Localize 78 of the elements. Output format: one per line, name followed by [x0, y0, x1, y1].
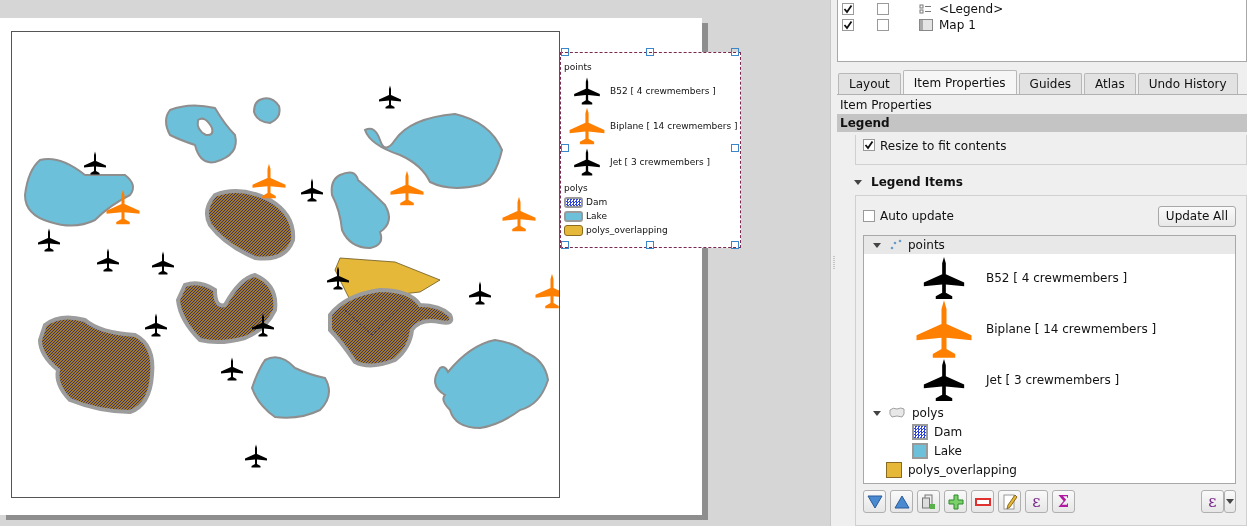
polygon-layer-icon [888, 407, 906, 419]
pencil-icon [1001, 492, 1018, 511]
epsilon-icon: ε [1208, 492, 1217, 511]
map-legend[interactable]: points B52 [ 4 crewmembers ] Biplane [ 14 crewmembers ] Jet [ 3 crewmembers ] polys Dam Lake polys_overlapping [560, 52, 741, 248]
expand-arrow-icon[interactable] [872, 408, 882, 418]
toolbar-button[interactable] [917, 490, 940, 513]
toolbar-button[interactable] [890, 490, 913, 513]
legend-item-icon [919, 3, 933, 15]
legend-item-label[interactable]: Biplane [ 14 crewmembers ] [986, 322, 1157, 336]
down-arrow-icon [866, 494, 883, 509]
legend-layer-label[interactable]: polys [912, 406, 944, 420]
plane-icon [914, 299, 974, 359]
panel-title: Item Properties [839, 97, 933, 112]
toolbar-button[interactable] [944, 490, 967, 513]
sigma-icon: Σ [1057, 492, 1070, 511]
legend-label: Lake [586, 211, 607, 221]
points-layer-icon [888, 239, 902, 251]
plane-icon [922, 358, 966, 402]
tab[interactable]: Guides [1018, 73, 1083, 94]
legend-label: Biplane [ 14 crewmembers ] [610, 121, 738, 131]
lock-checkbox[interactable] [877, 3, 889, 15]
splitter-handle-icon[interactable] [833, 256, 835, 270]
selection-handle[interactable] [561, 241, 569, 249]
checkbox-label: Auto update [880, 209, 954, 223]
legend-label: Dam [586, 197, 608, 207]
add-group-icon [920, 493, 937, 510]
legend-label: polys_overlapping [586, 225, 668, 235]
layout-item-label[interactable]: <Legend> [939, 2, 1004, 16]
tab[interactable]: Undo History [1137, 73, 1238, 94]
selection-handle[interactable] [731, 144, 739, 152]
toolbar-button[interactable] [998, 490, 1021, 513]
toolbar-button[interactable] [863, 490, 886, 513]
caret-icon [1226, 499, 1234, 504]
lock-checkbox[interactable] [877, 19, 889, 31]
plane-icon [573, 147, 601, 176]
selection-handle[interactable] [561, 48, 569, 56]
group-title[interactable]: Legend Items [871, 175, 963, 189]
legend-label: Jet [ 3 crewmembers ] [610, 156, 710, 167]
visibility-checkbox[interactable] [842, 3, 854, 15]
legend-heading: polys [564, 182, 589, 195]
plane-icon [568, 107, 606, 145]
legend-label: B52 [ 4 crewmembers ] [610, 85, 716, 96]
checkbox-label: Resize to fit contents [880, 139, 1007, 153]
legend-item-label[interactable]: Lake [934, 443, 962, 458]
plane-icon [573, 76, 601, 105]
legend-item-label[interactable]: Jet [ 3 crewmembers ] [986, 373, 1120, 387]
legend-item-label[interactable]: B52 [ 4 crewmembers ] [986, 271, 1128, 285]
plane-icon [922, 256, 966, 300]
dropdown-button[interactable] [1224, 490, 1236, 513]
selection-handle[interactable] [731, 241, 739, 249]
update-all-button[interactable]: Update All [1157, 205, 1236, 227]
checkbox[interactable] [863, 210, 875, 222]
filter-button[interactable]: ε [1201, 490, 1224, 513]
selection-handle[interactable] [646, 48, 654, 56]
minus-icon [974, 497, 991, 506]
toolbar-button[interactable]: ε [1025, 490, 1048, 513]
tab[interactable]: Atlas [1084, 73, 1136, 94]
selection-handle[interactable] [731, 48, 739, 56]
tab[interactable]: Layout [838, 73, 901, 94]
legend-item-label[interactable]: polys_overlapping [908, 462, 1017, 477]
expand-arrow-icon[interactable] [853, 177, 863, 187]
selection-handle[interactable] [561, 144, 569, 152]
legend-layer-label[interactable]: points [908, 238, 945, 252]
visibility-checkbox[interactable] [842, 19, 854, 31]
selection-handle[interactable] [646, 241, 654, 249]
section-header: Legend [837, 114, 1247, 132]
up-arrow-icon [893, 494, 910, 509]
expand-arrow-icon[interactable] [872, 240, 882, 250]
checkbox[interactable] [863, 139, 875, 151]
layout-item-label[interactable]: Map 1 [939, 18, 976, 32]
legend-heading: points [564, 61, 593, 74]
tab[interactable]: Item Properties [902, 70, 1017, 94]
map-item-icon [919, 19, 933, 31]
toolbar-button[interactable] [971, 490, 994, 513]
epsilon-icon: ε [1032, 492, 1041, 511]
legend-item-label[interactable]: Dam [934, 424, 963, 439]
toolbar-button[interactable]: Σ [1052, 490, 1075, 513]
plus-icon [947, 493, 964, 510]
